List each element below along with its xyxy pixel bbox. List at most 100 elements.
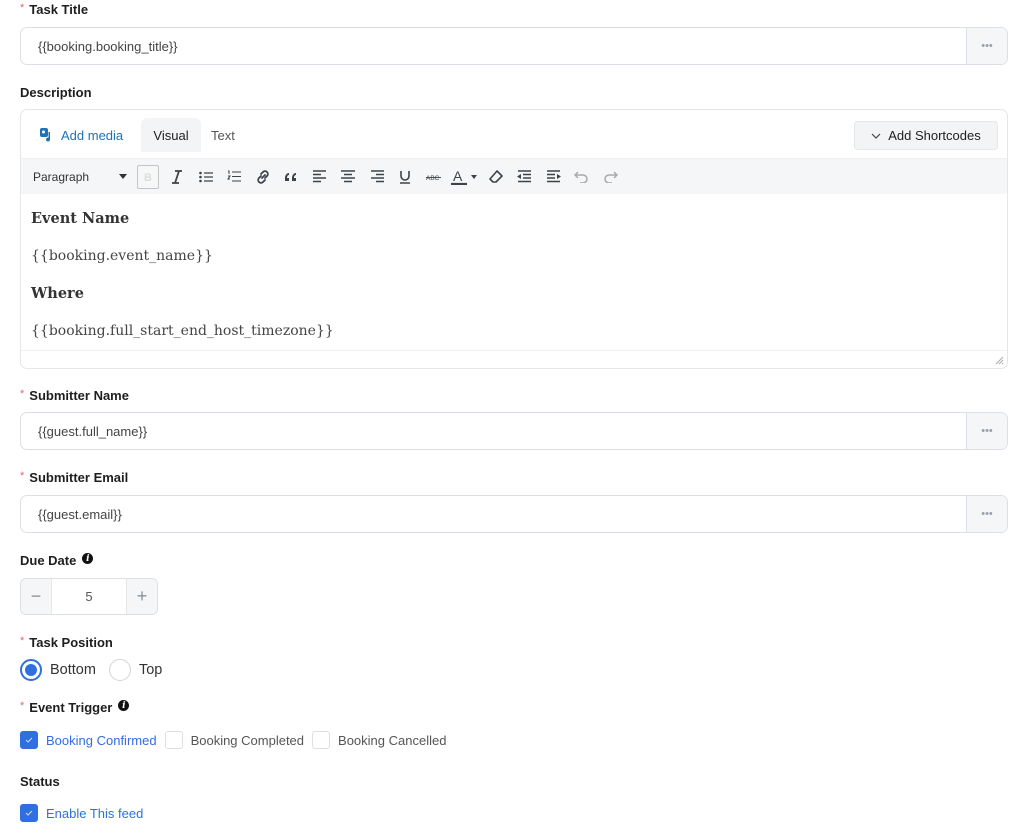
checkmark-icon	[25, 810, 33, 816]
due-date-label: Due Date i	[20, 553, 94, 568]
info-icon[interactable]: i	[118, 700, 130, 711]
checkbox[interactable]	[20, 804, 38, 822]
bullet-list-button[interactable]	[192, 165, 221, 189]
numbered-list-icon	[227, 170, 242, 182]
undo-button[interactable]	[568, 165, 597, 189]
description-editor: Add media Visual Text Add Shortcodes Par…	[20, 109, 1008, 369]
text-color-button[interactable]: A	[448, 165, 482, 189]
underline-icon	[400, 170, 411, 184]
required-mark: *	[20, 699, 25, 712]
bold-icon: B	[144, 172, 152, 183]
outdent-icon	[517, 169, 532, 182]
status-checkbox-group: Enable This feed	[20, 804, 151, 822]
resize-handle-icon[interactable]	[995, 356, 1004, 365]
description-label: Description	[20, 85, 92, 100]
editor-statusbar	[21, 350, 1007, 368]
content-heading: Where	[31, 285, 84, 302]
link-button[interactable]	[249, 165, 278, 189]
content-heading: Event Name	[31, 210, 130, 227]
submitter-name-value[interactable]: {{guest.full_name}}	[21, 413, 966, 449]
strikethrough-icon: ABC	[425, 175, 441, 181]
submitter-email-label: * Submitter Email	[20, 469, 128, 486]
align-left-button[interactable]	[306, 165, 335, 189]
submitter-email-shortcode-button[interactable]: •••	[966, 496, 1007, 532]
link-icon	[257, 169, 269, 184]
submitter-email-input[interactable]: {{guest.email}} •••	[20, 495, 1008, 533]
editor-toolbar: Paragraph B ABC A	[21, 158, 1007, 194]
editor-content[interactable]: Event Name {{booking.event_name}} Where …	[21, 194, 1007, 339]
outdent-button[interactable]	[511, 165, 540, 189]
chevron-down-icon	[871, 133, 881, 139]
required-mark: *	[20, 634, 25, 647]
align-left-icon	[312, 170, 326, 183]
blockquote-icon	[285, 172, 297, 181]
checkbox-enable-feed[interactable]: Enable This feed	[20, 804, 143, 822]
checkbox[interactable]	[164, 731, 183, 749]
radio-dot[interactable]	[20, 659, 42, 681]
radio-label: Top	[138, 662, 163, 678]
submitter-name-shortcode-button[interactable]: •••	[966, 413, 1007, 449]
align-right-icon	[370, 170, 384, 183]
submitter-name-input[interactable]: {{guest.full_name}} •••	[20, 412, 1008, 450]
italic-icon	[172, 169, 183, 184]
decrement-button[interactable]: −	[21, 579, 51, 614]
description-label-text: Description	[20, 85, 92, 100]
dropdown-arrow-icon	[119, 174, 127, 179]
increment-button[interactable]: +	[127, 579, 157, 614]
due-date-value[interactable]: 5	[51, 579, 127, 614]
content-paragraph: {{booking.event_name}}	[31, 248, 213, 264]
add-media-button[interactable]: Add media	[39, 127, 123, 143]
radio-label: Bottom	[50, 662, 96, 678]
add-shortcodes-button[interactable]: Add Shortcodes	[854, 121, 998, 150]
redo-icon	[604, 171, 618, 183]
checkbox-booking-cancelled[interactable]: Booking Cancelled	[312, 731, 446, 749]
required-mark: *	[20, 469, 25, 482]
radio-bottom[interactable]: Bottom	[20, 659, 96, 681]
svg-text:ABC: ABC	[426, 175, 440, 181]
tab-visual[interactable]: Visual	[141, 118, 201, 152]
format-select-value: Paragraph	[33, 169, 90, 184]
checkbox-label: Booking Cancelled	[338, 732, 447, 748]
task-title-label: * Task Title	[20, 2, 88, 18]
align-right-button[interactable]	[363, 165, 392, 189]
checkbox-booking-completed[interactable]: Booking Completed	[164, 731, 304, 749]
submitter-email-value[interactable]: {{guest.email}}	[21, 496, 966, 532]
editor-header: Add media Visual Text Add Shortcodes	[21, 110, 1007, 158]
align-center-button[interactable]	[334, 165, 363, 189]
task-title-input[interactable]: {{booking.booking_title}} •••	[20, 27, 1008, 65]
checkmark-icon	[25, 737, 33, 743]
checkbox-booking-confirmed[interactable]: Booking Confirmed	[20, 731, 157, 749]
blockquote-button[interactable]	[277, 165, 306, 189]
svg-text:B: B	[144, 172, 152, 183]
add-media-icon	[40, 128, 52, 142]
numbered-list-button[interactable]	[220, 165, 249, 189]
info-icon[interactable]: i	[82, 553, 94, 564]
tab-text[interactable]: Text	[211, 118, 235, 152]
status-label: Status	[20, 774, 60, 789]
clear-formatting-icon	[489, 169, 504, 183]
content-paragraph: {{booking.full_start_end_host_timezone}}	[31, 323, 334, 339]
event-trigger-label-text: Event Trigger	[29, 700, 113, 715]
italic-button[interactable]	[163, 165, 192, 189]
bullet-list-icon	[198, 171, 213, 182]
event-trigger-label: * Event Trigger i	[20, 699, 130, 715]
checkbox[interactable]	[312, 731, 331, 749]
task-position-radio-group: Bottom Top	[20, 659, 175, 681]
clear-formatting-button[interactable]	[482, 165, 511, 189]
format-select[interactable]: Paragraph	[27, 166, 131, 188]
redo-button[interactable]	[596, 165, 625, 189]
radio-dot[interactable]	[108, 659, 131, 681]
task-title-value[interactable]: {{booking.booking_title}}	[21, 28, 966, 64]
indent-button[interactable]	[539, 165, 568, 189]
task-title-shortcode-button[interactable]: •••	[966, 28, 1007, 64]
radio-top[interactable]: Top	[108, 659, 163, 681]
underline-button[interactable]	[391, 165, 420, 189]
checkbox[interactable]	[20, 731, 38, 749]
strikethrough-button[interactable]: ABC	[420, 165, 449, 189]
required-mark: *	[20, 387, 25, 400]
due-date-label-text: Due Date	[20, 553, 77, 568]
bold-button[interactable]: B	[137, 164, 159, 189]
svg-text:A: A	[453, 169, 463, 184]
checkbox-label: Booking Confirmed	[46, 732, 157, 748]
task-position-label-text: Task Position	[29, 635, 113, 650]
